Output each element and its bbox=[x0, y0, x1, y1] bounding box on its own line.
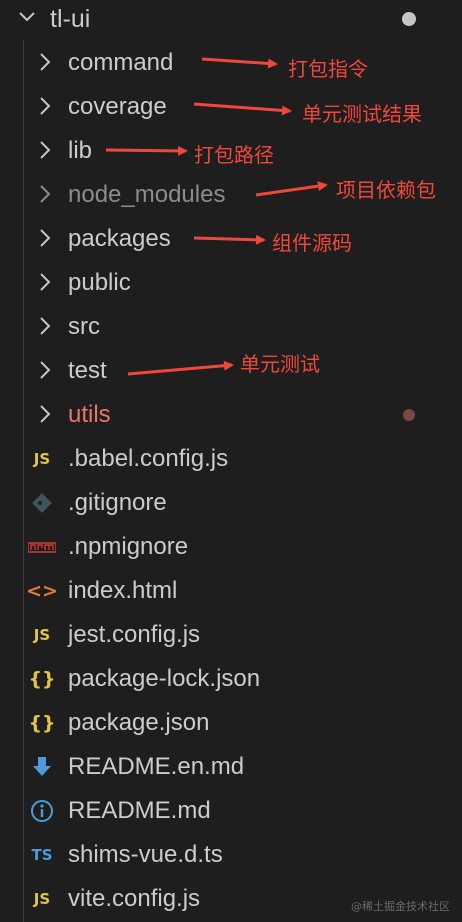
annotation-label: 单元测试 bbox=[240, 352, 320, 376]
annotation-arrow bbox=[255, 181, 328, 197]
annotation-arrow bbox=[193, 234, 266, 245]
annotation-label: 打包路径 bbox=[194, 143, 274, 167]
annotation-arrow bbox=[105, 145, 188, 156]
watermark: @稀土掘金技术社区 bbox=[351, 900, 450, 913]
annotation-arrow bbox=[193, 102, 292, 116]
annotation-arrow bbox=[127, 360, 234, 376]
annotation-label: 打包指令 bbox=[288, 57, 368, 81]
annotation-label: 组件源码 bbox=[272, 231, 352, 255]
annotation-label: 项目依赖包 bbox=[336, 178, 436, 202]
annotation-arrow bbox=[201, 57, 278, 69]
annotation-label: 单元测试结果 bbox=[302, 102, 422, 126]
